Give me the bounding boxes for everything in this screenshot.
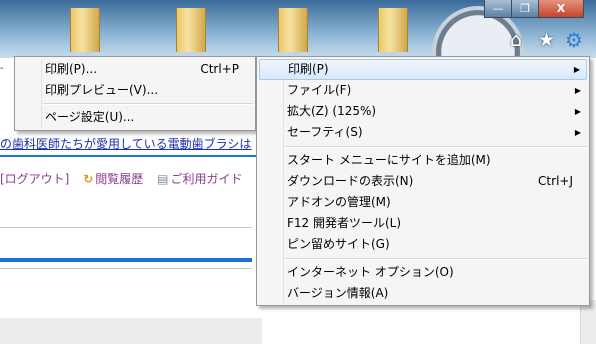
- browser-window: — ❐ X ⌂ ★ ⚙ - の歯科医師たちが愛用している電動歯ブラシは [ログア…: [0, 0, 596, 344]
- home-icon[interactable]: ⌂: [510, 30, 522, 50]
- desktop-folder-icon: [378, 8, 408, 52]
- divider: [0, 227, 252, 228]
- title-bar: — ❐ X ⌂ ★ ⚙: [0, 0, 596, 58]
- guide-link[interactable]: ご利用ガイド: [170, 170, 242, 188]
- submenu-arrow-icon: ▶: [574, 107, 581, 116]
- history-link[interactable]: 閲覧履歴: [95, 170, 143, 188]
- tools-gear-icon[interactable]: ⚙: [565, 30, 583, 50]
- menu-item-developer-tools[interactable]: F12 開発者ツール(L): [259, 213, 587, 234]
- favorites-star-icon[interactable]: ★: [538, 30, 555, 50]
- tools-menu: 印刷(P) ▶ ファイル(F) ▶ 拡大(Z) (125%) ▶ セーフティ(S…: [256, 56, 590, 306]
- menu-separator: [285, 258, 587, 260]
- menu-item-print[interactable]: 印刷(P)... Ctrl+P: [17, 59, 253, 80]
- divider: [0, 258, 252, 262]
- page-footer-band: [0, 318, 262, 344]
- menu-item-page-setup[interactable]: ページ設定(U)...: [17, 107, 253, 128]
- user-nav: [ログアウト] ↻ 閲覧履歴 ▤ ご利用ガイド: [0, 170, 290, 190]
- desktop-folder-icon: [176, 8, 206, 52]
- submenu-arrow-icon: ▶: [574, 86, 581, 95]
- logout-link[interactable]: [ログアウト]: [0, 170, 69, 188]
- menu-item-internet-options[interactable]: インターネット オプション(O): [259, 262, 587, 283]
- maximize-button[interactable]: ❐: [511, 0, 539, 18]
- address-fragment: -: [0, 62, 14, 120]
- desktop-folder-icon: [70, 8, 100, 52]
- menu-separator: [285, 146, 587, 148]
- menu-item-view-downloads[interactable]: ダウンロードの表示(N) Ctrl+J: [259, 171, 587, 192]
- minimize-button[interactable]: —: [484, 0, 512, 18]
- menu-item-print-submenu[interactable]: 印刷(P) ▶: [259, 59, 587, 80]
- history-icon: ↻: [83, 172, 94, 186]
- vertical-scrollbar[interactable]: [580, 300, 596, 344]
- menu-item-safety[interactable]: セーフティ(S) ▶: [259, 122, 587, 143]
- menu-item-file[interactable]: ファイル(F) ▶: [259, 80, 587, 101]
- menu-separator: [43, 103, 253, 105]
- divider: [0, 268, 252, 269]
- menu-item-print-preview[interactable]: 印刷プレビュー(V)...: [17, 80, 253, 101]
- menu-item-manage-addons[interactable]: アドオンの管理(M): [259, 192, 587, 213]
- print-submenu: 印刷(P)... Ctrl+P 印刷プレビュー(V)... ページ設定(U)..…: [14, 56, 256, 131]
- close-button[interactable]: X: [538, 0, 584, 18]
- article-headline-link[interactable]: の歯科医師たちが愛用している電動歯ブラシは: [0, 136, 270, 154]
- submenu-arrow-icon: ▶: [573, 65, 580, 74]
- desktop-folder-icon: [278, 8, 308, 52]
- menu-item-zoom[interactable]: 拡大(Z) (125%) ▶: [259, 101, 587, 122]
- menu-item-add-to-start-menu[interactable]: スタート メニューにサイトを追加(M): [259, 150, 587, 171]
- guide-icon: ▤: [157, 172, 169, 186]
- menu-item-about[interactable]: バージョン情報(A): [259, 283, 587, 304]
- submenu-arrow-icon: ▶: [574, 128, 581, 137]
- divider: [0, 155, 268, 157]
- menu-item-pinned-sites[interactable]: ピン留めサイト(G): [259, 234, 587, 255]
